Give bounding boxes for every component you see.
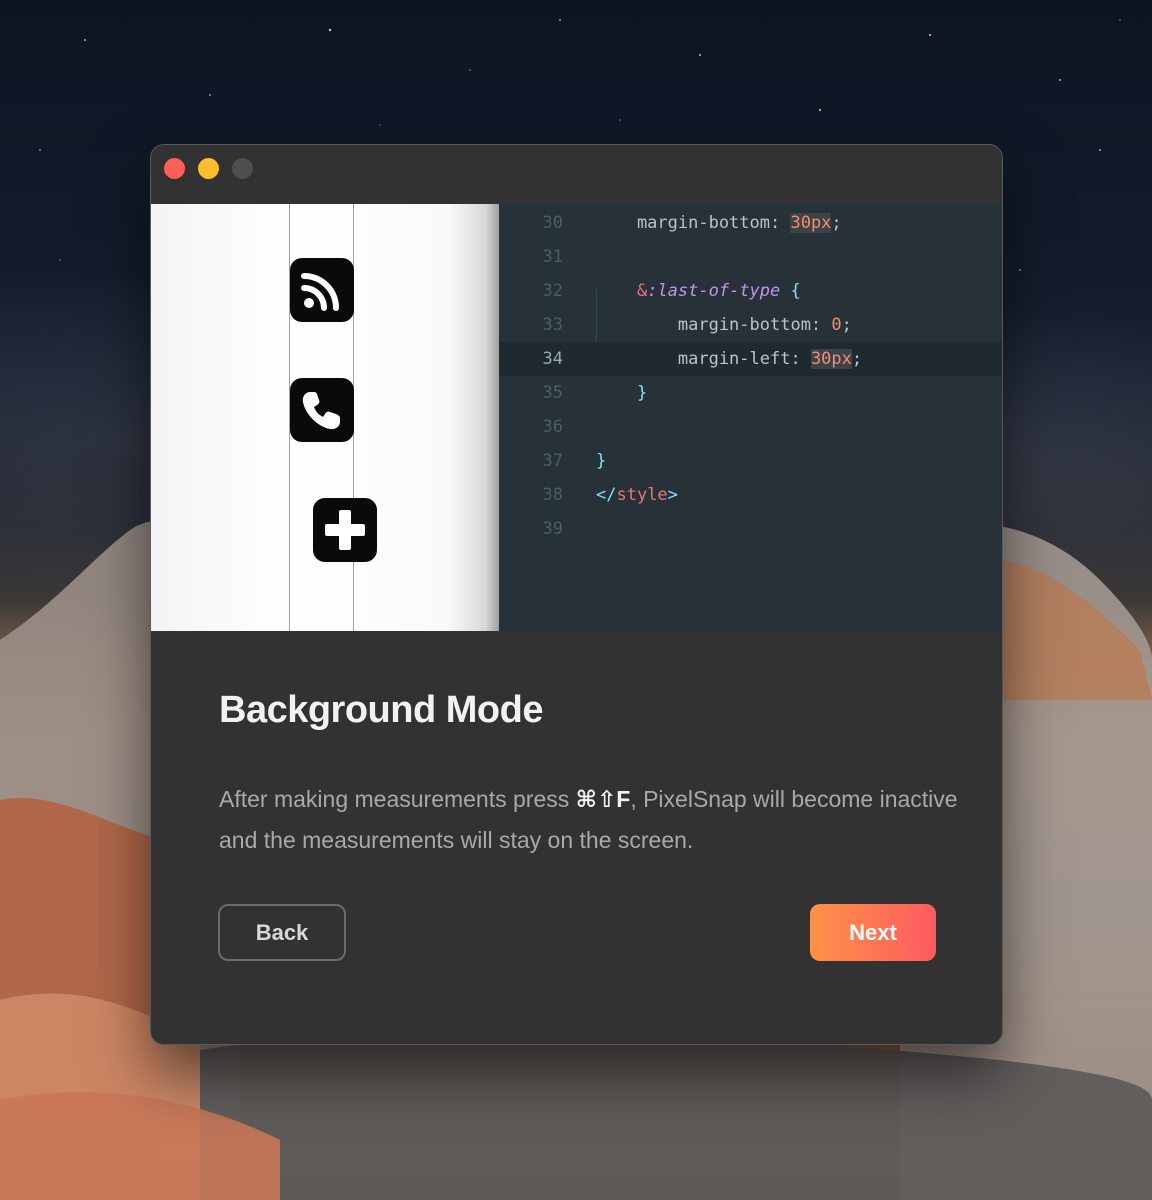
code-line-active: 34 margin-left: 30px;: [499, 342, 1002, 376]
plus-icon: [313, 498, 377, 562]
code-text: </style>: [596, 485, 678, 505]
close-button[interactable]: [164, 158, 185, 179]
line-number: 33: [542, 315, 563, 335]
zoom-button[interactable]: [232, 158, 253, 179]
code-text: }: [636, 383, 648, 403]
code-line: 30 margin-bottom: 30px;: [499, 206, 1002, 240]
code-text: margin-bottom: 0;: [596, 315, 852, 335]
code-line: 37 }: [499, 444, 1002, 478]
description: After making measurements press ⌘⇧F, Pix…: [219, 779, 959, 861]
code-line: 38 </style>: [499, 478, 1002, 512]
code-line: 35 }: [499, 376, 1002, 410]
line-number: 39: [542, 519, 563, 539]
rss-icon: [290, 258, 354, 322]
line-number: 34: [542, 349, 563, 369]
line-number: 31: [542, 247, 563, 267]
code-text: &:last-of-type {: [636, 281, 801, 301]
line-number: 30: [542, 213, 563, 233]
line-number: 35: [542, 383, 563, 403]
code-text: }: [596, 451, 607, 471]
code-line: 36: [499, 410, 1002, 444]
page-title: Background Mode: [219, 689, 543, 731]
code-line: 32 &:last-of-type {: [499, 274, 1002, 308]
code-text: margin-bottom: 30px;: [596, 213, 842, 233]
keyboard-shortcut: ⌘⇧F: [575, 786, 631, 812]
onboarding-content: Background Mode After making measurement…: [151, 631, 1002, 1044]
code-text: margin-left: 30px;: [596, 349, 863, 369]
line-number: 32: [542, 281, 563, 301]
code-line: 39: [499, 512, 1002, 546]
line-number: 37: [542, 451, 563, 471]
line-number: 36: [542, 417, 563, 437]
line-number: 38: [542, 485, 563, 505]
onboarding-window: 30 margin-bottom: 30px; 31 32 &:last-of-…: [150, 144, 1003, 1045]
phone-icon: [290, 378, 354, 442]
code-line: 31: [499, 240, 1002, 274]
minimize-button[interactable]: [198, 158, 219, 179]
back-button[interactable]: Back: [218, 904, 346, 961]
demo-preview: 30 margin-bottom: 30px; 31 32 &:last-of-…: [151, 204, 1002, 631]
demo-canvas: [151, 204, 499, 631]
description-text: After making measurements press: [219, 786, 576, 812]
code-editor: 30 margin-bottom: 30px; 31 32 &:last-of-…: [499, 204, 1002, 631]
title-bar: [151, 145, 1002, 204]
next-button[interactable]: Next: [810, 904, 936, 961]
code-line: 33 margin-bottom: 0;: [499, 308, 1002, 342]
